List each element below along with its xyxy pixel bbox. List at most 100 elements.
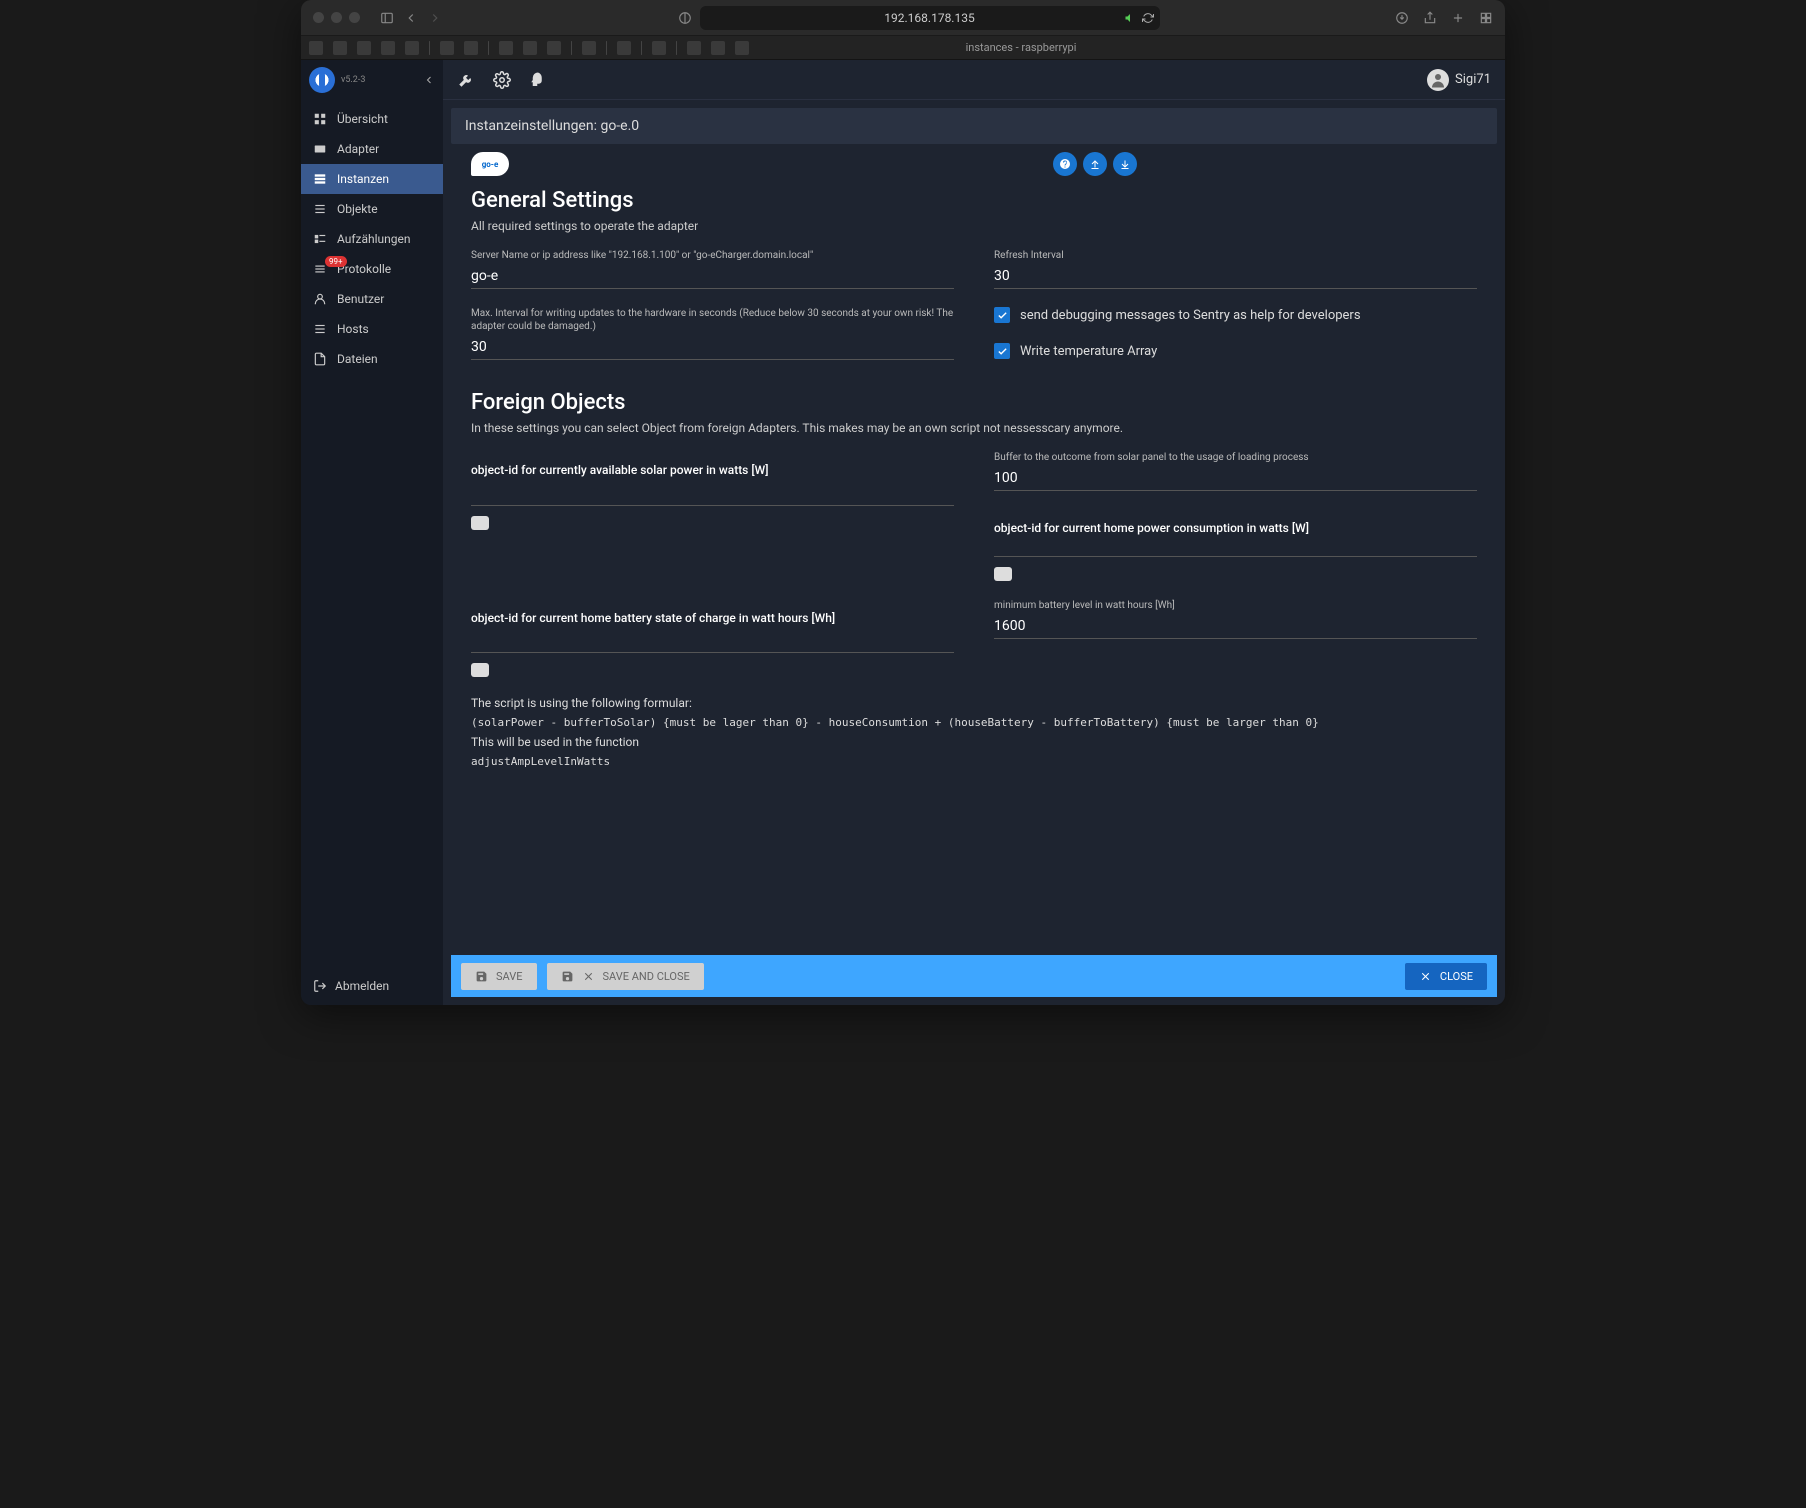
favicon-icon[interactable] xyxy=(499,41,513,55)
content-topbar: Sigi71 xyxy=(443,60,1505,100)
sidebar-item-enums[interactable]: Aufzählungen xyxy=(301,224,443,254)
favicon-icon[interactable] xyxy=(523,41,537,55)
minbatt-label: minimum battery level in watt hours [Wh] xyxy=(994,599,1477,612)
sidebar-item-adapter[interactable]: Adapter xyxy=(301,134,443,164)
save-button[interactable]: SAVE xyxy=(461,963,537,990)
favicon-icon[interactable] xyxy=(381,41,395,55)
upload-button[interactable] xyxy=(1083,152,1107,176)
home-label: object-id for current home power consump… xyxy=(994,521,1477,537)
sidebar-toggle-icon[interactable] xyxy=(380,11,394,25)
sidebar-item-label: Instanzen xyxy=(337,172,389,186)
refresh-input[interactable] xyxy=(994,264,1477,289)
battery-input[interactable] xyxy=(471,628,954,653)
sidebar-item-objects[interactable]: Objekte xyxy=(301,194,443,224)
maximize-window-icon[interactable] xyxy=(349,12,360,23)
favicon-icon[interactable] xyxy=(617,41,631,55)
sentry-label: send debugging messages to Sentry as hel… xyxy=(1020,308,1361,323)
battery-label: object-id for current home battery state… xyxy=(471,611,954,627)
buffer-input[interactable] xyxy=(994,466,1477,491)
sidebar-item-label: Aufzählungen xyxy=(337,232,411,246)
download-icon[interactable] xyxy=(1395,11,1409,25)
download-button[interactable] xyxy=(1113,152,1137,176)
head-icon[interactable] xyxy=(529,71,547,89)
close-icon xyxy=(1419,970,1432,983)
general-sub: All required settings to operate the ada… xyxy=(471,219,1477,233)
app-logo-icon[interactable] xyxy=(309,67,335,93)
solar-input[interactable] xyxy=(471,481,954,506)
sidebar-item-label: Hosts xyxy=(337,322,369,336)
gear-icon[interactable] xyxy=(493,71,511,89)
browser-tabbar: instances - raspberrypi xyxy=(301,36,1505,60)
logout-icon xyxy=(313,979,327,993)
sentry-checkbox[interactable] xyxy=(994,307,1010,323)
share-icon[interactable] xyxy=(1423,11,1437,25)
sidebar-item-users[interactable]: Benutzer xyxy=(301,284,443,314)
buffer-label: Buffer to the outcome from solar panel t… xyxy=(994,451,1477,464)
temp-label: Write temperature Array xyxy=(1020,344,1157,359)
server-label: Server Name or ip address like "192.168.… xyxy=(471,249,954,262)
server-input[interactable] xyxy=(471,264,954,289)
forward-icon[interactable] xyxy=(428,11,442,25)
new-tab-icon[interactable] xyxy=(1451,11,1465,25)
sidebar-item-instances[interactable]: Instanzen xyxy=(301,164,443,194)
favicon-icon[interactable] xyxy=(687,41,701,55)
collapse-sidebar-icon[interactable] xyxy=(423,71,435,90)
logout-label: Abmelden xyxy=(335,979,389,993)
app-version: v5.2-3 xyxy=(341,75,365,85)
logout-button[interactable]: Abmelden xyxy=(301,967,443,1005)
audio-icon[interactable] xyxy=(1124,12,1136,24)
favicon-icon[interactable] xyxy=(582,41,596,55)
sidebar-item-label: Benutzer xyxy=(337,292,384,306)
save-close-button[interactable]: SAVE AND CLOSE xyxy=(547,963,704,990)
url-field[interactable]: 192.168.178.135 xyxy=(700,6,1160,30)
battery-toggle[interactable] xyxy=(471,663,489,677)
favicon-icon[interactable] xyxy=(333,41,347,55)
temp-checkbox[interactable] xyxy=(994,343,1010,359)
maxint-label: Max. Interval for writing updates to the… xyxy=(471,307,954,333)
minbatt-input[interactable] xyxy=(994,614,1477,639)
close-window-icon[interactable] xyxy=(313,12,324,23)
close-button[interactable]: CLOSE xyxy=(1405,963,1487,990)
sidebar-item-logs[interactable]: 99+Protokolle xyxy=(301,254,443,284)
favicon-icon[interactable] xyxy=(735,41,749,55)
help-button[interactable] xyxy=(1053,152,1077,176)
favicon-icon[interactable] xyxy=(357,41,371,55)
favicon-icon[interactable] xyxy=(464,41,478,55)
favicon-icon[interactable] xyxy=(440,41,454,55)
breadcrumb: Instanzeinstellungen: go-e.0 xyxy=(451,108,1497,144)
active-tab-title[interactable]: instances - raspberrypi xyxy=(757,41,1285,54)
sidebar-item-label: Dateien xyxy=(337,352,378,366)
home-toggle[interactable] xyxy=(994,567,1012,581)
sidebar-item-hosts[interactable]: Hosts xyxy=(301,314,443,344)
favicon-icon[interactable] xyxy=(405,41,419,55)
save-icon xyxy=(475,970,488,983)
formula-intro: The script is using the following formul… xyxy=(471,693,1477,713)
reader-icon[interactable] xyxy=(678,11,692,25)
favicon-icon[interactable] xyxy=(547,41,561,55)
tabs-icon[interactable] xyxy=(1479,11,1493,25)
footer-bar: SAVE SAVE AND CLOSE CLOSE xyxy=(451,955,1497,997)
favicon-icon[interactable] xyxy=(652,41,666,55)
sidebar-item-overview[interactable]: Übersicht xyxy=(301,104,443,134)
maxint-input[interactable] xyxy=(471,335,954,360)
logs-badge: 99+ xyxy=(325,256,347,267)
app-sidebar: v5.2-3 Übersicht Adapter Instanzen Objek… xyxy=(301,60,443,1005)
foreign-heading: Foreign Objects xyxy=(471,390,1477,415)
formula-code: (solarPower - bufferToSolar) {must be la… xyxy=(471,714,1477,733)
favicon-icon[interactable] xyxy=(309,41,323,55)
url-text: 192.168.178.135 xyxy=(884,11,974,25)
solar-toggle[interactable] xyxy=(471,516,489,530)
window-controls[interactable] xyxy=(313,12,360,23)
general-heading: General Settings xyxy=(471,188,1477,213)
favicon-icon[interactable] xyxy=(711,41,725,55)
reload-icon[interactable] xyxy=(1142,12,1154,24)
sidebar-item-files[interactable]: Dateien xyxy=(301,344,443,374)
close-icon xyxy=(582,970,595,983)
minimize-window-icon[interactable] xyxy=(331,12,342,23)
sidebar-item-label: Adapter xyxy=(337,142,379,156)
formula-fn: adjustAmpLevelInWatts xyxy=(471,753,1477,772)
user-menu[interactable]: Sigi71 xyxy=(1427,69,1491,91)
sidebar-item-label: Übersicht xyxy=(337,112,388,126)
wrench-icon[interactable] xyxy=(457,71,475,89)
back-icon[interactable] xyxy=(404,11,418,25)
